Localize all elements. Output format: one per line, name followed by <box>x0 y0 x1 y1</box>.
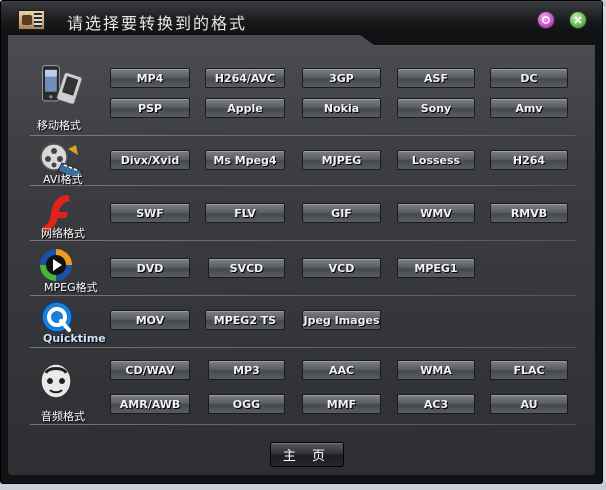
category-label-mobile: 移动格式 <box>37 119 81 132</box>
format-button-wma[interactable]: WMA <box>397 360 475 380</box>
format-button-gif[interactable]: GIF <box>302 203 381 223</box>
format-button-nokia[interactable]: Nokia <box>302 98 381 118</box>
category-label-audio: 音频格式 <box>41 410 85 423</box>
home-button[interactable]: 主 页 <box>270 442 344 467</box>
format-button-psp[interactable]: PSP <box>110 98 190 118</box>
divider <box>30 240 576 241</box>
title-bar[interactable]: 请选择要转换到的格式 <box>1 1 602 35</box>
audio-icon <box>40 363 72 399</box>
category-label-web: 网络格式 <box>41 227 85 240</box>
divider <box>30 135 576 136</box>
format-button-h264[interactable]: H264 <box>490 150 568 170</box>
close-icon <box>574 16 582 24</box>
divider <box>30 295 576 296</box>
format-button-wmv[interactable]: WMV <box>397 203 475 223</box>
format-button-apple[interactable]: Apple <box>205 98 285 118</box>
format-button-dc[interactable]: DC <box>490 68 568 88</box>
help-button[interactable] <box>537 11 555 29</box>
format-button-aac[interactable]: AAC <box>302 360 381 380</box>
format-button-mpeg1[interactable]: MPEG1 <box>397 258 475 278</box>
film-clapper-icon <box>18 10 45 30</box>
format-button-ac3[interactable]: AC3 <box>397 394 475 414</box>
divider <box>30 347 576 348</box>
format-button-mp4[interactable]: MP4 <box>110 68 190 88</box>
format-button-rmvb[interactable]: RMVB <box>490 203 568 223</box>
format-button-sony[interactable]: Sony <box>397 98 475 118</box>
category-label-quicktime: Quicktime <box>43 332 106 345</box>
mobile-phone-icon <box>42 65 83 105</box>
format-button-cd-wav[interactable]: CD/WAV <box>110 360 190 380</box>
format-button-amr-awb[interactable]: AMR/AWB <box>110 394 190 414</box>
format-button-mjpeg[interactable]: MJPEG <box>302 150 381 170</box>
category-label-mpeg: MPEG格式 <box>44 281 98 294</box>
format-button-mpeg2-ts[interactable]: MPEG2 TS <box>205 310 285 330</box>
divider <box>30 185 576 186</box>
format-button-swf[interactable]: SWF <box>110 203 190 223</box>
app-window-root: 请选择要转换到的格式 移动格式 MP4 H264/AVC 3GP ASF DC … <box>0 0 606 490</box>
format-button-amv[interactable]: Amv <box>490 98 568 118</box>
close-button[interactable] <box>569 11 587 29</box>
category-label-avi: AVI格式 <box>43 173 83 186</box>
format-button-svcd[interactable]: SVCD <box>208 258 285 278</box>
format-button-divx-xvid[interactable]: Divx/Xvid <box>110 150 190 170</box>
format-button-au[interactable]: AU <box>490 394 568 414</box>
format-button-jpeg-images[interactable]: Jpeg Images <box>302 310 381 330</box>
format-button-flac[interactable]: FLAC <box>490 360 568 380</box>
format-button-mov[interactable]: MOV <box>110 310 190 330</box>
format-button-mmf[interactable]: MMF <box>302 394 381 414</box>
format-button-mp3[interactable]: MP3 <box>208 360 285 380</box>
format-button-3gp[interactable]: 3GP <box>302 68 381 88</box>
format-button-vcd[interactable]: VCD <box>302 258 381 278</box>
panel-notch <box>360 35 600 45</box>
format-button-ms-mpeg4[interactable]: Ms Mpeg4 <box>205 150 285 170</box>
window-title: 请选择要转换到的格式 <box>67 14 248 33</box>
format-button-flv[interactable]: FLV <box>205 203 285 223</box>
divider <box>30 424 576 425</box>
format-button-asf[interactable]: ASF <box>397 68 475 88</box>
format-button-h264-avc[interactable]: H264/AVC <box>205 68 285 88</box>
format-button-dvd[interactable]: DVD <box>110 258 190 278</box>
format-button-ogg[interactable]: OGG <box>208 394 285 414</box>
format-button-lossess[interactable]: Lossess <box>397 150 475 170</box>
help-icon <box>542 16 550 24</box>
